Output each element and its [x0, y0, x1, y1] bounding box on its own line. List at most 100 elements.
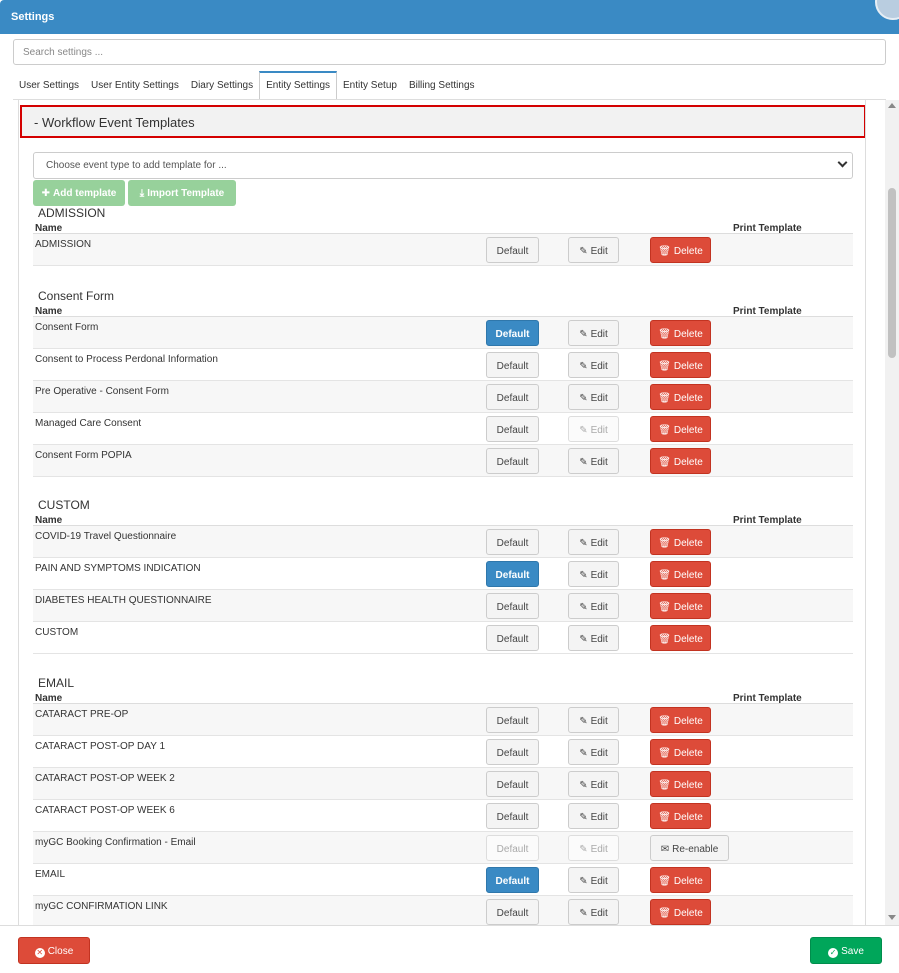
- default-button[interactable]: Default: [486, 561, 539, 587]
- table-row: CATARACT POST-OP WEEK 2 Default ✎ Edit 🗑 Dele…: [33, 768, 853, 800]
- delete-button[interactable]: 🗑 Delete: [650, 561, 711, 587]
- trash-icon: 🗑: [658, 876, 671, 887]
- default-button[interactable]: Default: [486, 803, 539, 829]
- tab-entity-setup[interactable]: Entity Setup: [337, 71, 403, 100]
- template-name: Consent Form: [35, 322, 99, 333]
- tab-user-entity-settings[interactable]: User Entity Settings: [85, 71, 185, 100]
- default-button[interactable]: Default: [486, 416, 539, 442]
- edit-button[interactable]: ✎ Edit: [568, 593, 619, 619]
- edit-label: Edit: [590, 329, 608, 340]
- default-button[interactable]: Default: [486, 899, 539, 925]
- delete-button[interactable]: 🗑 Delete: [650, 867, 711, 893]
- edit-button[interactable]: ✎ Edit: [568, 237, 619, 263]
- import-template-button[interactable]: ⤓ Import Template: [128, 180, 236, 206]
- edit-button[interactable]: ✎ Edit: [568, 739, 619, 765]
- delete-button[interactable]: 🗑 Delete: [650, 771, 711, 797]
- delete-button[interactable]: 🗑 Delete: [650, 739, 711, 765]
- template-name: Managed Care Consent: [35, 418, 142, 429]
- edit-icon: ✎: [579, 812, 588, 823]
- delete-button[interactable]: 🗑 Delete: [650, 237, 711, 263]
- edit-icon: ✎: [579, 634, 588, 645]
- edit-icon: ✎: [579, 844, 588, 855]
- edit-button[interactable]: ✎ Edit: [568, 384, 619, 410]
- edit-button[interactable]: ✎ Edit: [568, 320, 619, 346]
- scroll-up-icon[interactable]: [888, 103, 896, 108]
- delete-button[interactable]: 🗑 Delete: [650, 803, 711, 829]
- edit-button[interactable]: ✎ Edit: [568, 771, 619, 797]
- edit-label: Edit: [590, 748, 608, 759]
- template-name: myGC Booking Confirmation - Email: [35, 837, 196, 848]
- settings-tabs: User Settings User Entity Settings Diary S…: [13, 71, 481, 100]
- edit-icon: ✎: [579, 780, 588, 791]
- edit-button[interactable]: ✎ Edit: [568, 448, 619, 474]
- tab-diary-settings[interactable]: Diary Settings: [185, 71, 259, 100]
- edit-button[interactable]: ✎ Edit: [568, 561, 619, 587]
- default-button[interactable]: Default: [486, 237, 539, 263]
- table-row: myGC Booking Confirmation - Email Default…: [33, 832, 853, 864]
- scroll-down-icon[interactable]: [888, 915, 896, 920]
- event-type-select[interactable]: Choose event type to add template for ..…: [33, 152, 853, 179]
- avatar: [875, 0, 899, 20]
- edit-button[interactable]: ✎ Edit: [568, 867, 619, 893]
- scrollbar-thumb[interactable]: [888, 188, 896, 358]
- download-icon: ⤓: [139, 188, 145, 199]
- trash-icon: 🗑: [658, 425, 671, 436]
- trash-icon: 🗑: [658, 634, 671, 645]
- delete-button[interactable]: 🗑 Delete: [650, 384, 711, 410]
- delete-label: Delete: [673, 329, 703, 340]
- default-button[interactable]: Default: [486, 384, 539, 410]
- edit-button[interactable]: ✎ Edit: [568, 835, 619, 861]
- delete-button[interactable]: 🗑 Delete: [650, 529, 711, 555]
- save-button[interactable]: ✓ Save: [810, 937, 882, 964]
- delete-button[interactable]: 🗑 Delete: [650, 593, 711, 619]
- default-button[interactable]: Default: [486, 771, 539, 797]
- default-button[interactable]: Default: [486, 707, 539, 733]
- delete-button[interactable]: 🗑 Delete: [650, 416, 711, 442]
- default-button[interactable]: Default: [486, 593, 539, 619]
- reenable-button[interactable]: ✉ Re-enable: [650, 835, 729, 861]
- import-template-label: Import Template: [147, 188, 225, 199]
- default-button[interactable]: Default: [486, 320, 539, 346]
- delete-button[interactable]: 🗑 Delete: [650, 625, 711, 651]
- tab-entity-settings[interactable]: Entity Settings: [259, 71, 338, 100]
- default-button[interactable]: Default: [486, 625, 539, 651]
- edit-button[interactable]: ✎ Edit: [568, 529, 619, 555]
- template-name: CATARACT PRE-OP: [35, 709, 129, 720]
- delete-label: Delete: [673, 876, 703, 887]
- edit-label: Edit: [590, 457, 608, 468]
- edit-button[interactable]: ✎ Edit: [568, 803, 619, 829]
- tab-user-settings[interactable]: User Settings: [13, 71, 85, 100]
- edit-button[interactable]: ✎ Edit: [568, 352, 619, 378]
- default-button[interactable]: Default: [486, 867, 539, 893]
- delete-button[interactable]: 🗑 Delete: [650, 707, 711, 733]
- trash-icon: 🗑: [658, 393, 671, 404]
- delete-button[interactable]: 🗑 Delete: [650, 899, 711, 925]
- trash-icon: 🗑: [658, 748, 671, 759]
- edit-button[interactable]: ✎ Edit: [568, 707, 619, 733]
- scrollbar[interactable]: [885, 100, 899, 925]
- edit-button[interactable]: ✎ Edit: [568, 899, 619, 925]
- table-row: ADMISSION Default ✎ Edit 🗑 Delete: [33, 234, 853, 266]
- delete-label: Delete: [673, 246, 703, 257]
- default-button[interactable]: Default: [486, 448, 539, 474]
- delete-label: Delete: [673, 812, 703, 823]
- tab-billing-settings[interactable]: Billing Settings: [403, 71, 481, 100]
- default-button[interactable]: Default: [486, 529, 539, 555]
- workflow-event-templates-header[interactable]: - Workflow Event Templates: [20, 105, 865, 138]
- delete-label: Delete: [673, 538, 703, 549]
- search-input[interactable]: [13, 39, 886, 65]
- edit-button[interactable]: ✎ Edit: [568, 625, 619, 651]
- default-button[interactable]: Default: [486, 835, 539, 861]
- delete-label: Delete: [673, 570, 703, 581]
- default-button[interactable]: Default: [486, 352, 539, 378]
- table-row: EMAIL Default ✎ Edit 🗑 Delete: [33, 864, 853, 896]
- default-button[interactable]: Default: [486, 739, 539, 765]
- add-template-button[interactable]: ✚ Add template: [33, 180, 125, 206]
- edit-button[interactable]: ✎ Edit: [568, 416, 619, 442]
- table-row: myGC CONFIRMATION LINK Default ✎ Edit 🗑 Delet…: [33, 896, 853, 925]
- delete-button[interactable]: 🗑 Delete: [650, 352, 711, 378]
- close-button[interactable]: ✕ Close: [18, 937, 90, 964]
- delete-button[interactable]: 🗑 Delete: [650, 320, 711, 346]
- delete-button[interactable]: 🗑 Delete: [650, 448, 711, 474]
- entity-settings-panel: - Workflow Event Templates Choose event …: [18, 100, 866, 925]
